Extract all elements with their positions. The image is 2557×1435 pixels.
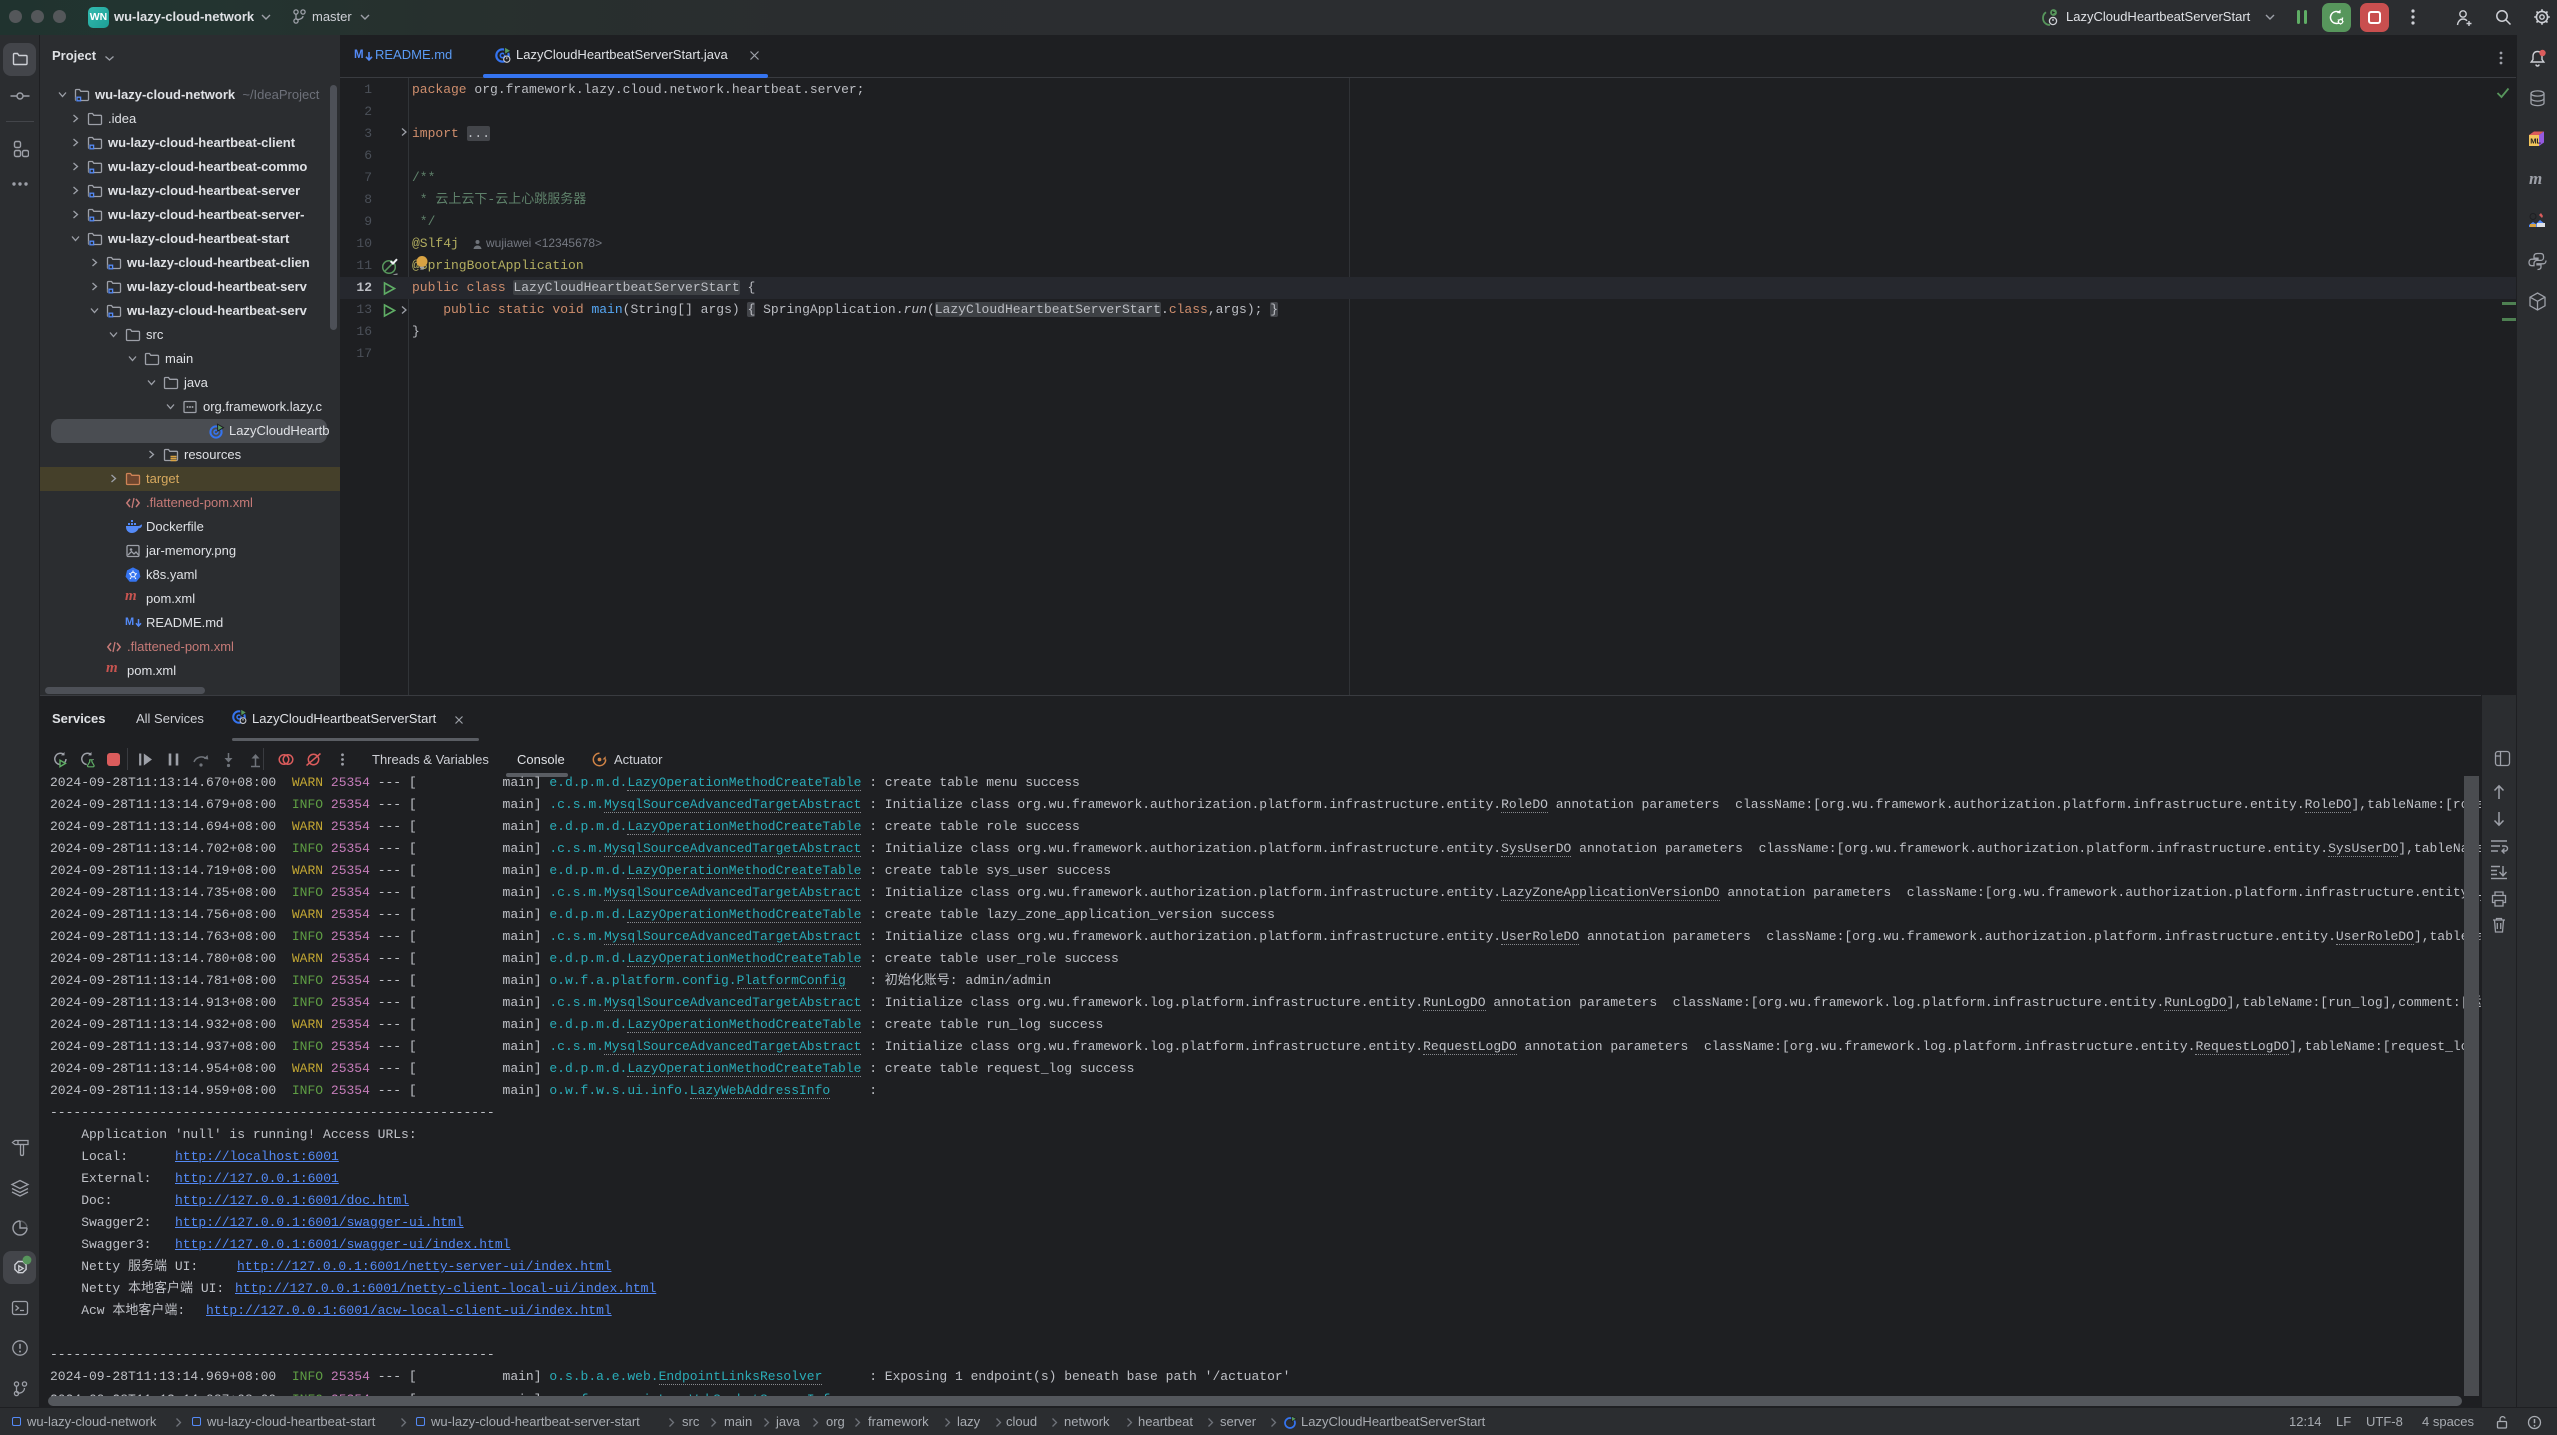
svg-text:ML: ML (2530, 137, 2541, 146)
